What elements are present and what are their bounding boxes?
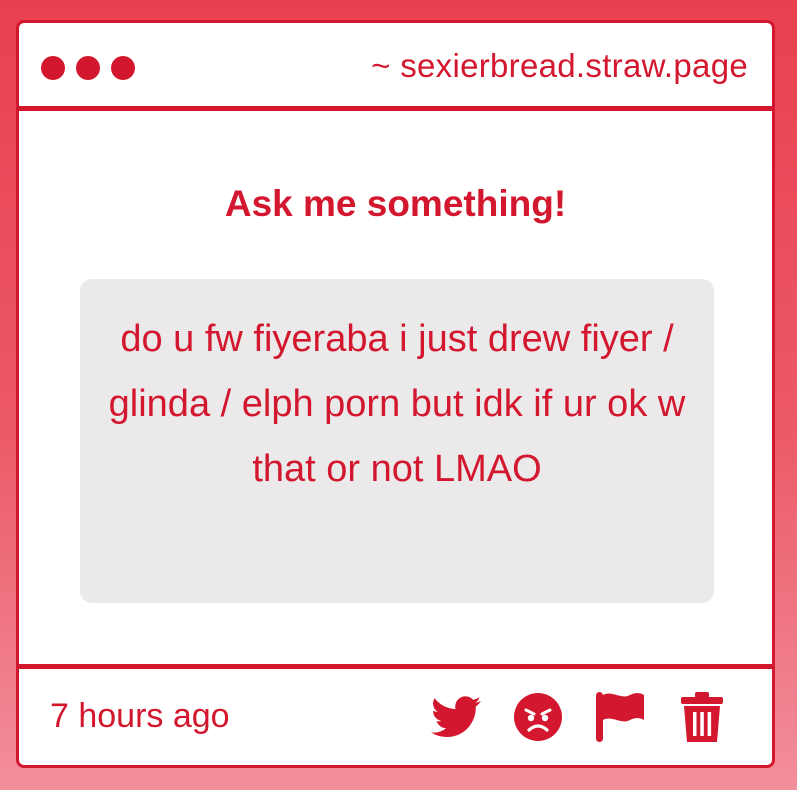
twitter-icon[interactable] xyxy=(430,691,482,743)
window-titlebar: ~ sexierbread.straw.page xyxy=(19,23,772,111)
flag-icon[interactable] xyxy=(594,691,646,743)
question-text: do u fw fiyeraba i just drew fiyer / gli… xyxy=(108,318,686,490)
action-bar xyxy=(430,691,728,743)
window-dot-icon xyxy=(76,56,100,80)
question-content: Ask me something! do u fw fiyeraba i jus… xyxy=(19,111,772,664)
timestamp: 7 hours ago xyxy=(50,697,230,735)
angry-face-icon[interactable] xyxy=(512,691,564,743)
window-controls xyxy=(41,56,135,80)
question-text-box: do u fw fiyeraba i just drew fiyer / gli… xyxy=(80,279,714,603)
page-title: Ask me something! xyxy=(224,183,567,224)
page-url[interactable]: ~ sexierbread.straw.page xyxy=(371,47,748,85)
ask-card: ~ sexierbread.straw.page Ask me somethin… xyxy=(16,20,775,768)
trash-icon[interactable] xyxy=(676,691,728,743)
window-dot-icon xyxy=(41,56,65,80)
window-dot-icon xyxy=(111,56,135,80)
card-footer: 7 hours ago xyxy=(19,664,772,765)
